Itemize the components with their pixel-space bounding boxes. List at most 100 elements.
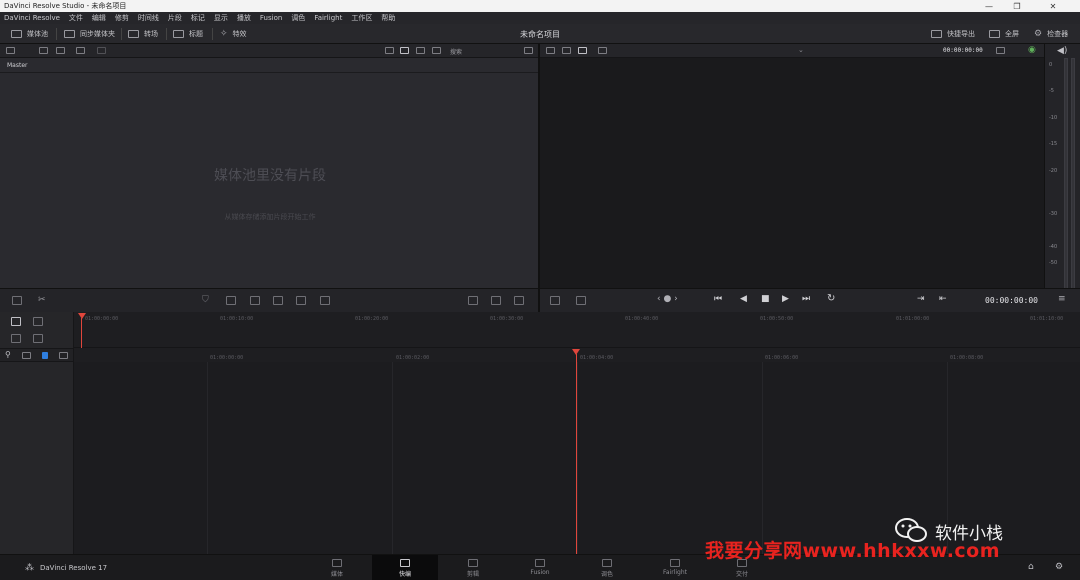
sync-bin-button[interactable]: 同步媒体夹 bbox=[64, 28, 115, 40]
timeline-viewer[interactable] bbox=[540, 58, 1044, 288]
page-tab-edit[interactable]: 剪辑 bbox=[440, 555, 506, 580]
page-tab-fusion[interactable]: Fusion bbox=[507, 555, 573, 580]
viewer-dropdown-chevron-icon[interactable]: ⌄ bbox=[798, 46, 804, 54]
close-up-icon[interactable] bbox=[296, 296, 306, 305]
viewer-timeline-icon[interactable] bbox=[578, 47, 587, 54]
bin-tab-master[interactable]: Master bbox=[0, 58, 538, 73]
viewer-mode-icon[interactable] bbox=[546, 47, 555, 54]
inspector-sliders-icon: ⚙ bbox=[1034, 29, 1043, 39]
import-icon[interactable] bbox=[56, 47, 65, 54]
menu-fairlight[interactable]: Fairlight bbox=[314, 14, 342, 22]
viewer-options-icon[interactable] bbox=[996, 47, 1005, 54]
page-tab-cut[interactable]: 快编 bbox=[372, 555, 438, 580]
dynamic-trim-icon[interactable] bbox=[33, 317, 43, 326]
page-tab-color[interactable]: 调色 bbox=[574, 555, 640, 580]
viewer-source-icon[interactable] bbox=[562, 47, 571, 54]
meter-tick: -15 bbox=[1049, 141, 1058, 147]
append-icon[interactable] bbox=[250, 296, 260, 305]
overview-playhead-handle[interactable] bbox=[78, 313, 86, 319]
project-title: 未命名项目 bbox=[520, 30, 560, 39]
smart-insert-icon[interactable] bbox=[226, 296, 236, 305]
menu-timeline[interactable]: 时间线 bbox=[138, 13, 159, 23]
go-to-start-icon[interactable]: ⏮ bbox=[714, 294, 722, 304]
menu-mark[interactable]: 标记 bbox=[191, 13, 205, 23]
playhead[interactable] bbox=[576, 354, 577, 554]
viewer-timecode-top: 00:00:00:00 bbox=[943, 47, 983, 54]
page-tab-fairlight[interactable]: Fairlight bbox=[642, 555, 708, 580]
snap-icon[interactable] bbox=[22, 352, 31, 359]
place-on-top-icon[interactable] bbox=[320, 296, 330, 305]
zoom-fit-icon[interactable] bbox=[514, 296, 524, 305]
meter-tick: 0 bbox=[1049, 62, 1053, 68]
color-wheel-icon[interactable]: ◉ bbox=[1028, 45, 1036, 55]
timeline-options-icon[interactable] bbox=[12, 296, 22, 305]
ruler-label: 01:01:10:00 bbox=[1030, 316, 1064, 322]
minimize-button[interactable]: — bbox=[976, 0, 1002, 12]
metadata-view-icon[interactable] bbox=[416, 47, 425, 54]
main-toolbar: 媒体池 同步媒体夹 转场 标题 ✧ 特效 未命名项目 快捷导出 全屏 ⚙ 检查器 bbox=[0, 24, 1080, 44]
go-to-end-icon[interactable]: ⏭ bbox=[802, 294, 810, 304]
menu-trim[interactable]: 修剪 bbox=[115, 13, 129, 23]
media-pool-button[interactable]: 媒体池 bbox=[11, 28, 48, 40]
fullscreen-button[interactable]: 全屏 bbox=[989, 28, 1019, 40]
hamburger-menu-icon[interactable]: ≡ bbox=[1058, 294, 1066, 304]
source-overwrite-icon[interactable] bbox=[468, 296, 478, 305]
viewer-layout-icon[interactable] bbox=[598, 47, 607, 54]
titles-button[interactable]: 标题 bbox=[173, 28, 203, 40]
menu-workspace[interactable]: 工作区 bbox=[351, 13, 372, 23]
loop-icon[interactable]: ↻ bbox=[827, 293, 835, 304]
home-icon[interactable]: ⌂ bbox=[1028, 562, 1034, 572]
track-options-icon[interactable] bbox=[59, 352, 68, 359]
overview-playhead[interactable] bbox=[81, 318, 82, 348]
shield-icon[interactable]: ⛉ bbox=[202, 295, 209, 305]
page-tab-label: Fusion bbox=[530, 569, 550, 576]
maximize-button[interactable]: ❐ bbox=[1004, 0, 1030, 12]
menu-playback[interactable]: 播放 bbox=[237, 13, 251, 23]
transitions-label: 转场 bbox=[144, 30, 158, 38]
scissors-icon[interactable]: ✂ bbox=[38, 295, 46, 305]
effects-button[interactable]: ✧ 特效 bbox=[220, 28, 247, 40]
menu-color[interactable]: 调色 bbox=[291, 13, 305, 23]
new-bin-icon[interactable] bbox=[39, 47, 48, 54]
thumbnail-view-icon[interactable] bbox=[400, 47, 409, 54]
menu-file[interactable]: 文件 bbox=[69, 13, 83, 23]
viewer-settings-icon[interactable] bbox=[576, 296, 586, 305]
menu-help[interactable]: 帮助 bbox=[381, 13, 395, 23]
sync-icon[interactable] bbox=[76, 47, 85, 54]
filter-icon[interactable] bbox=[432, 47, 441, 54]
viewer-render-icon[interactable] bbox=[550, 296, 560, 305]
audio-sync-icon[interactable] bbox=[33, 334, 43, 343]
inspector-button[interactable]: ⚙ 检查器 bbox=[1034, 28, 1068, 40]
play-reverse-icon[interactable]: ◀ bbox=[740, 294, 747, 304]
menu-davinci-resolve[interactable]: DaVinci Resolve bbox=[4, 14, 60, 22]
quick-export-button[interactable]: 快捷导出 bbox=[931, 28, 975, 40]
panel-toggle-icon[interactable] bbox=[6, 47, 15, 54]
menu-edit[interactable]: 编辑 bbox=[92, 13, 106, 23]
mark-out-icon[interactable]: ⇤ bbox=[939, 294, 947, 304]
mark-in-icon[interactable]: ⇥ bbox=[917, 294, 925, 304]
empty-pool-hint: 从媒体存储添加片段开始工作 bbox=[224, 213, 316, 221]
menu-clip[interactable]: 片段 bbox=[168, 13, 182, 23]
link-icon[interactable]: ⚲ bbox=[5, 350, 11, 359]
menu-fusion[interactable]: Fusion bbox=[260, 14, 282, 22]
search-field[interactable]: 搜索 bbox=[450, 47, 462, 56]
play-icon[interactable]: ▶ bbox=[782, 294, 789, 304]
trim-tool-icon[interactable] bbox=[11, 317, 21, 326]
ripple-overwrite-icon[interactable] bbox=[273, 296, 283, 305]
speaker-icon[interactable]: ◀) bbox=[1057, 46, 1067, 56]
jog-control-icon[interactable]: ‹ ● › bbox=[657, 294, 678, 304]
sort-icon[interactable] bbox=[524, 47, 533, 54]
menu-view[interactable]: 显示 bbox=[214, 13, 228, 23]
close-button[interactable]: ✕ bbox=[1040, 0, 1066, 12]
stop-icon[interactable]: ■ bbox=[761, 294, 770, 304]
list-view-icon[interactable] bbox=[385, 47, 394, 54]
track-color-icon[interactable] bbox=[42, 352, 48, 359]
page-tab-media[interactable]: 媒体 bbox=[304, 555, 370, 580]
freeze-frame-icon[interactable] bbox=[491, 296, 501, 305]
settings-gear-icon[interactable]: ⚙ bbox=[1055, 562, 1063, 572]
effects-label: 特效 bbox=[232, 30, 247, 38]
media-pool-header: 搜索 bbox=[0, 44, 538, 58]
split-tool-icon[interactable] bbox=[11, 334, 21, 343]
panel-divider[interactable] bbox=[538, 44, 540, 312]
transitions-button[interactable]: 转场 bbox=[128, 28, 158, 40]
